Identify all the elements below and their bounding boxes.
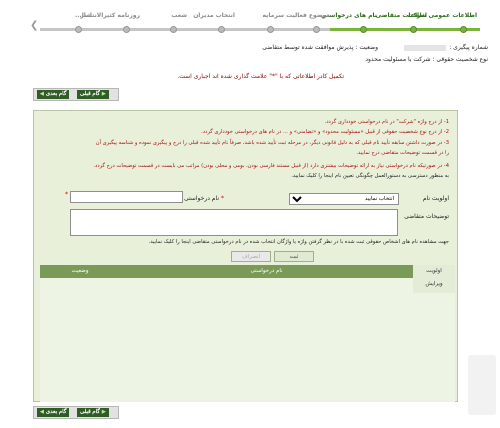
stepper-track-progress: [330, 28, 480, 31]
guide-link-text[interactable]: به منظور دسترسی به دستورالعمل چگونگی تعی…: [291, 173, 449, 179]
applicant-desc-label: توضیحات متقاضی: [404, 213, 449, 220]
note-4: 4- در صورتیکه نام درخواستی نیاز به ارائه…: [93, 163, 449, 169]
requested-name-label: * نام درخواستی: [184, 195, 224, 202]
applicant-desc-textarea[interactable]: [70, 209, 398, 236]
step-dot[interactable]: [267, 26, 274, 33]
note-3: 3- در صورت داشتن سابقه تأیید نام قبلی که…: [95, 140, 449, 146]
priority-label: اولویت نام: [422, 195, 449, 202]
requested-names-table: وضعیت نام درخواستی اولویت ویرایش: [40, 265, 455, 402]
required-instruction: تکمیل کادر اطلاعاتی که با "*" علامت گذار…: [177, 73, 344, 80]
required-marker: *: [65, 191, 68, 198]
next-step-label: گام بعدی: [45, 91, 67, 97]
entity-type: نوع شخصیت حقوقی : شرکت با مسئولیت محدود: [365, 56, 488, 63]
col-priority: اولویت ویرایش: [413, 265, 455, 293]
arrow-right-icon: ▶: [101, 91, 106, 97]
note-1: 1- از درج واژه "شرکت" در نام درخواستی خو…: [324, 119, 449, 125]
arrow-left-icon: ◀: [40, 91, 44, 97]
next-step-button-bottom[interactable]: ◀ گام بعدی: [37, 408, 70, 417]
next-step-button[interactable]: ◀ گام بعدی: [37, 90, 70, 99]
submit-button[interactable]: ثبت: [274, 251, 314, 262]
col-edit-label: ویرایش: [425, 281, 443, 287]
step-label[interactable]: انتخاب مدیران: [193, 12, 235, 19]
prev-step-label: گام قبلی: [80, 91, 100, 97]
requested-name-input[interactable]: [70, 191, 183, 203]
step-dot[interactable]: [460, 26, 467, 33]
scroll-overlay: [468, 355, 496, 415]
step-label[interactable]: اسا...: [75, 12, 92, 19]
step-dot[interactable]: [410, 26, 417, 33]
col-status: وضعیت: [40, 265, 120, 278]
step-dot[interactable]: [218, 26, 225, 33]
step-dot[interactable]: [313, 26, 320, 33]
registered-names-hint[interactable]: جهت مشاهده نام های اشخاص حقوقی ثبت شده ب…: [149, 239, 449, 245]
chevron-left-icon[interactable]: ❮: [30, 20, 40, 38]
step-label[interactable]: سرمایه: [263, 12, 285, 19]
tracking-value: [404, 44, 447, 51]
step-label[interactable]: اطلاعات متقاضی: [376, 12, 427, 19]
progress-stepper: ❮ اطلاعات عمومی شرکت اطلاعات متقاضی نام ها…: [0, 0, 500, 40]
step-dot[interactable]: [123, 26, 130, 33]
note-3-cont: را در قسمت توضیحات متقاضی درج نمایید.: [356, 150, 449, 156]
tracking-label: شماره پیگیری :: [449, 44, 488, 51]
step-label[interactable]: موضوع فعالیت: [286, 12, 330, 19]
arrow-right-icon: ▶: [101, 409, 106, 415]
cancel-button[interactable]: انصراف: [231, 251, 271, 262]
step-dot[interactable]: [75, 26, 82, 33]
tracking-number: شماره پیگیری :: [401, 44, 488, 51]
note-2: 2- از درج نوع شخصیت حقوقی از قبیل «مسئول…: [201, 129, 449, 135]
step-dot[interactable]: [170, 26, 177, 33]
step-label[interactable]: شعب: [171, 12, 187, 19]
prev-step-button[interactable]: گام قبلی ▶: [77, 90, 109, 99]
priority-select[interactable]: انتخاب نمایید: [289, 193, 399, 205]
prev-step-button-bottom[interactable]: گام قبلی ▶: [77, 408, 109, 417]
col-priority-label: اولویت: [426, 268, 442, 274]
col-requested-name: نام درخواستی: [120, 265, 413, 278]
nav-bar-top: ◀ گام بعدی گام قبلی ▶: [33, 88, 119, 101]
next-step-label: گام بعدی: [45, 409, 67, 415]
prev-step-label: گام قبلی: [80, 409, 100, 415]
step-dot[interactable]: [360, 26, 367, 33]
nav-bar-bottom: ◀ گام بعدی گام قبلی ▶: [33, 406, 119, 419]
status-text: وضعیت : پذیرش موافقت شده توسط متقاضی: [262, 44, 378, 51]
arrow-left-icon: ◀: [40, 409, 44, 415]
requested-name-label-text: نام درخواستی: [184, 195, 220, 202]
